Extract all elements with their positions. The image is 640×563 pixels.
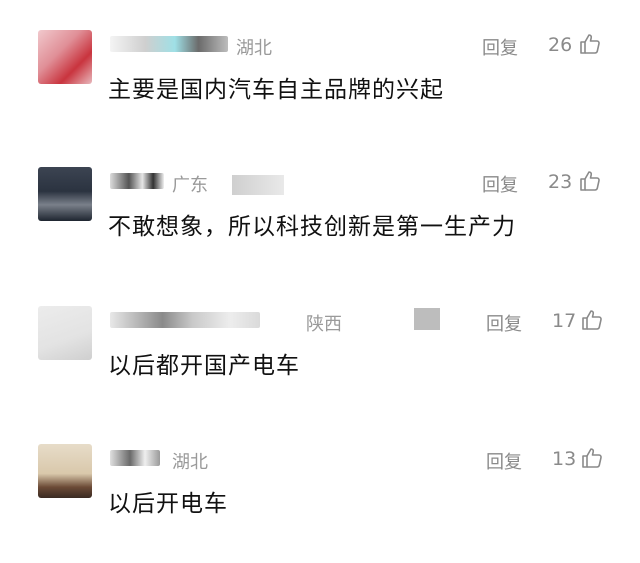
region-label: 广东	[172, 175, 208, 196]
like-count: 23	[548, 171, 573, 193]
like-count: 17	[552, 310, 577, 332]
thumbs-up-icon[interactable]	[580, 446, 604, 470]
like-count: 26	[548, 34, 573, 56]
username[interactable]	[110, 36, 228, 52]
like-count: 13	[552, 448, 577, 470]
avatar[interactable]	[38, 30, 92, 84]
region-label: 湖北	[172, 452, 208, 473]
avatar[interactable]	[38, 167, 92, 221]
blurred-badge	[232, 175, 284, 195]
username[interactable]	[110, 450, 160, 466]
reply-button[interactable]: 回复	[482, 171, 518, 197]
comment-item: 陕西 回复 17 以后都开国产电车	[0, 306, 640, 416]
comment-text: 不敢想象，所以科技创新是第一生产力	[108, 214, 516, 240]
username[interactable]	[110, 173, 164, 189]
comment-text: 主要是国内汽车自主品牌的兴起	[108, 77, 444, 103]
region-label: 陕西	[306, 314, 342, 335]
blurred-badge	[414, 308, 440, 330]
reply-button[interactable]: 回复	[486, 310, 522, 336]
comment-item: 湖北 回复 26 主要是国内汽车自主品牌的兴起	[0, 30, 640, 140]
thumbs-up-icon[interactable]	[580, 308, 604, 332]
avatar[interactable]	[38, 306, 92, 360]
reply-button[interactable]: 回复	[482, 34, 518, 60]
comment-item: 广东 回复 23 不敢想象，所以科技创新是第一生产力	[0, 167, 640, 277]
username[interactable]	[110, 312, 260, 328]
comment-text: 以后都开国产电车	[108, 353, 300, 379]
avatar[interactable]	[38, 444, 92, 498]
comment-item: 湖北 回复 13 以后开电车	[0, 444, 640, 554]
thumbs-up-icon[interactable]	[578, 32, 602, 56]
thumbs-up-icon[interactable]	[578, 169, 602, 193]
comment-text: 以后开电车	[108, 491, 228, 517]
region-label: 湖北	[236, 38, 272, 59]
reply-button[interactable]: 回复	[486, 448, 522, 474]
